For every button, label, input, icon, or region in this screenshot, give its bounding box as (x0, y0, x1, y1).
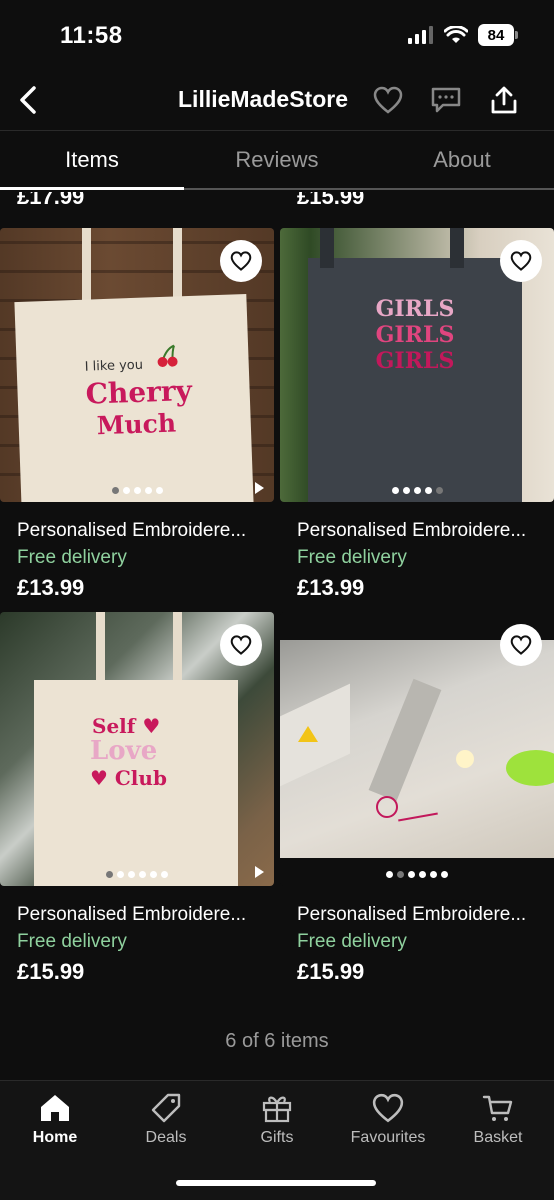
product-price: £13.99 (297, 575, 365, 600)
nav-deals[interactable]: Deals (111, 1093, 221, 1147)
favourite-button[interactable] (500, 240, 542, 282)
product-card[interactable]: Self ♥ Love ♥ Club Personalised Embroide… (0, 612, 274, 985)
delivery-badge: Free delivery (297, 547, 407, 568)
image-carousel-dots (280, 487, 554, 494)
print-line: Self ♥ (92, 714, 161, 738)
share-button[interactable] (486, 82, 522, 118)
favourite-button[interactable] (220, 240, 262, 282)
nav-label: Favourites (350, 1129, 426, 1146)
product-image[interactable]: I like you Cherry Much (0, 228, 274, 502)
message-button[interactable] (428, 82, 464, 118)
product-title[interactable]: Personalised Embroidere... (297, 904, 554, 926)
status-bar: 11:58 84 (0, 0, 554, 70)
shop-tabs: Items Reviews About (0, 130, 554, 190)
favourite-button[interactable] (500, 624, 542, 666)
print-line: Cherry (85, 373, 193, 411)
favourite-button[interactable] (220, 624, 262, 666)
nav-label: Deals (145, 1129, 187, 1146)
favourite-shop-button[interactable] (370, 82, 406, 118)
heart-icon (230, 251, 252, 271)
product-grid: £17.99 £15.99 I like you Cherry Much Per… (0, 192, 554, 1080)
print-line: GIRLS (375, 296, 455, 322)
product-price: £15.99 (297, 959, 365, 984)
print-line: ♥ Club (90, 766, 167, 790)
print-line: Love (90, 736, 158, 766)
tab-items[interactable]: Items (0, 131, 184, 189)
nav-bar: LillieMadeStore (0, 72, 554, 128)
back-button[interactable] (8, 80, 48, 120)
product-card[interactable]: Personalised Embroidere... Free delivery… (280, 612, 554, 985)
heart-icon (372, 1093, 404, 1123)
video-play-icon (255, 866, 264, 878)
product-image[interactable]: GIRLS GIRLS GIRLS (280, 228, 554, 502)
print-line: GIRLS (375, 348, 455, 374)
signal-icon (408, 26, 433, 44)
message-icon (431, 87, 461, 113)
nav-label: Basket (473, 1129, 523, 1146)
store-title: LillieMadeStore (178, 86, 348, 112)
chevron-left-icon (20, 86, 36, 114)
home-indicator[interactable] (176, 1180, 376, 1186)
product-card[interactable]: I like you Cherry Much Personalised Embr… (0, 228, 274, 601)
heart-icon (510, 635, 532, 655)
delivery-badge: Free delivery (17, 931, 127, 952)
tab-active-indicator (0, 187, 184, 190)
tab-about[interactable]: About (370, 131, 554, 189)
product-price: £13.99 (17, 575, 85, 600)
nav-gifts[interactable]: Gifts (222, 1093, 332, 1147)
delivery-badge: Free delivery (297, 931, 407, 952)
product-title[interactable]: Personalised Embroidere... (297, 520, 554, 542)
nav-basket[interactable]: Basket (443, 1093, 553, 1147)
print-line: GIRLS (375, 322, 455, 348)
gift-icon (262, 1096, 292, 1123)
partial-price: £15.99 (297, 192, 365, 209)
tab-reviews[interactable]: Reviews (185, 131, 369, 189)
print-line: I like you (84, 357, 144, 375)
nav-home[interactable]: Home (0, 1093, 110, 1147)
image-carousel-dots (0, 871, 274, 878)
nav-favourites[interactable]: Favourites (333, 1093, 443, 1147)
home-icon (41, 1095, 69, 1121)
cherry-icon (157, 344, 178, 367)
video-play-icon (255, 482, 264, 494)
cart-icon (482, 1095, 513, 1121)
nav-label: Home (32, 1129, 78, 1146)
image-carousel-dots (280, 871, 554, 878)
partial-price: £17.99 (17, 192, 85, 209)
heart-icon (230, 635, 252, 655)
print-line: Much (96, 408, 177, 441)
product-image[interactable] (280, 612, 554, 886)
product-card[interactable]: GIRLS GIRLS GIRLS Personalised Embroider… (280, 228, 554, 601)
battery-indicator: 84 (478, 24, 518, 46)
wifi-icon (444, 26, 468, 43)
status-time: 11:58 (60, 22, 123, 49)
battery-level: 84 (478, 24, 514, 46)
product-title[interactable]: Personalised Embroidere... (17, 904, 274, 926)
image-carousel-dots (0, 487, 274, 494)
heart-icon (373, 86, 403, 114)
product-title[interactable]: Personalised Embroidere... (17, 520, 274, 542)
items-count: 6 of 6 items (225, 1030, 329, 1052)
delivery-badge: Free delivery (17, 547, 127, 568)
heart-icon (510, 251, 532, 271)
share-icon (491, 86, 517, 114)
product-price: £15.99 (17, 959, 85, 984)
product-image[interactable]: Self ♥ Love ♥ Club (0, 612, 274, 886)
status-icons: 84 (408, 24, 518, 46)
nav-label: Gifts (260, 1129, 294, 1146)
tag-icon (151, 1093, 181, 1123)
